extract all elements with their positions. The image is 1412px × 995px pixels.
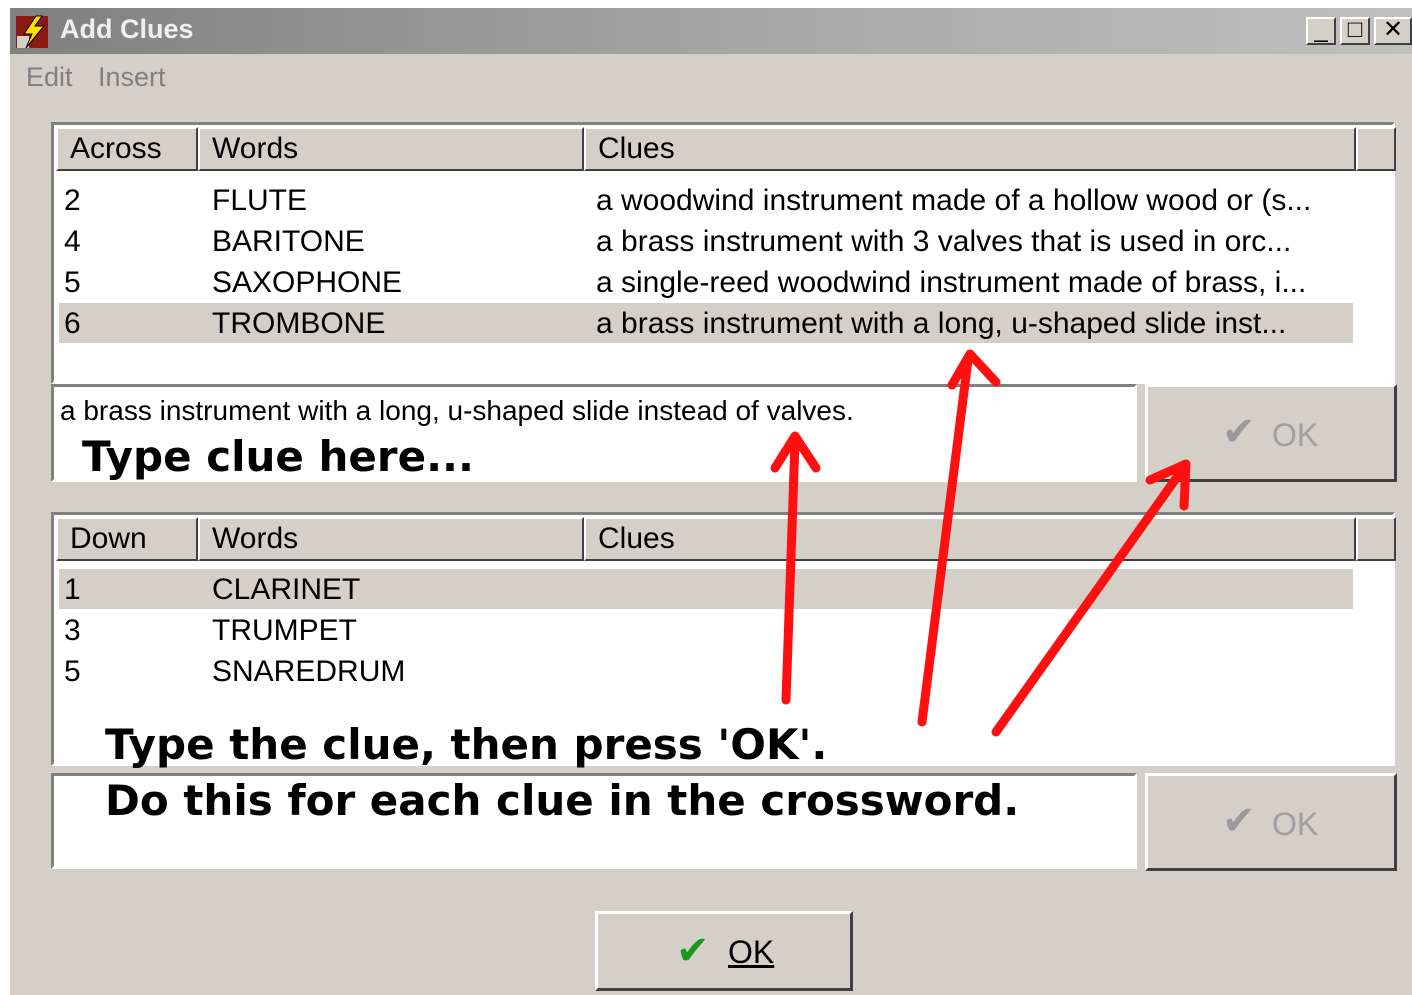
main-ok-button[interactable]: ✔ OK [595, 911, 853, 991]
answer-word: TROMBONE [212, 307, 386, 340]
type-clue-here-annotation: Type clue here... [82, 432, 474, 481]
window-title: Add Clues [60, 14, 194, 44]
words-column-header[interactable]: Words [198, 127, 584, 171]
down-row-3[interactable]: 3 TRUMPET [59, 610, 1353, 650]
header-filler [1356, 127, 1396, 171]
clues-column-header[interactable]: Clues [584, 127, 1356, 171]
answer-word: SNAREDRUM [212, 655, 406, 688]
maximize-button[interactable]: □ [1340, 17, 1370, 45]
close-button[interactable]: ✕ [1374, 17, 1412, 45]
green-check-icon: ✔ [676, 929, 710, 973]
answer-word: TRUMPET [212, 614, 357, 647]
menu-insert[interactable]: Insert [98, 62, 166, 93]
across-list[interactable]: Across Words Clues 2 FLUTE a woodwind in… [51, 122, 1396, 384]
clue-number: 1 [64, 573, 81, 606]
answer-word: FLUTE [212, 184, 308, 217]
minimize-button[interactable]: _ [1306, 17, 1336, 45]
title-bar[interactable]: Add Clues _ □ ✕ [10, 8, 1412, 54]
clues-column-header[interactable]: Clues [584, 517, 1356, 561]
ok-label: OK [1272, 806, 1319, 842]
words-column-header[interactable]: Words [198, 517, 584, 561]
across-clue-ok-button[interactable]: ✔ OK [1145, 384, 1397, 482]
header-filler [1356, 517, 1396, 561]
clue-number: 3 [64, 614, 81, 647]
check-icon: ✔ [1222, 799, 1256, 843]
clue-text: a single-reed woodwind instrument made o… [596, 266, 1307, 299]
clue-number: 4 [64, 225, 81, 258]
across-row-6-selected[interactable]: 6 TROMBONE a brass instrument with a lon… [59, 303, 1353, 343]
answer-word: CLARINET [212, 573, 361, 606]
down-row-1-selected[interactable]: 1 CLARINET [59, 569, 1353, 609]
clue-number: 6 [64, 307, 81, 340]
instruction-line-1: Type the clue, then press 'OK'. [105, 720, 828, 769]
answer-word: BARITONE [212, 225, 365, 258]
clue-text: a woodwind instrument made of a hollow w… [596, 184, 1312, 217]
app-lightning-icon [16, 15, 48, 49]
check-icon: ✔ [1222, 410, 1256, 454]
down-column-header[interactable]: Down [56, 517, 198, 561]
menu-edit[interactable]: Edit [26, 62, 73, 93]
down-clue-ok-button[interactable]: ✔ OK [1145, 773, 1397, 871]
instruction-line-2: Do this for each clue in the crossword. [105, 776, 1020, 825]
ok-label: OK [728, 934, 775, 970]
clue-number: 5 [64, 655, 81, 688]
add-clues-window: Add Clues _ □ ✕ Edit Insert Across Words… [10, 8, 1412, 995]
clue-text: a brass instrument with a long, u-shaped… [596, 307, 1287, 340]
answer-word: SAXOPHONE [212, 266, 403, 299]
clue-number: 5 [64, 266, 81, 299]
across-row-2[interactable]: 2 FLUTE a woodwind instrument made of a … [59, 180, 1353, 220]
ok-label: OK [1272, 417, 1319, 453]
across-row-5[interactable]: 5 SAXOPHONE a single-reed woodwind instr… [59, 262, 1353, 302]
down-row-5[interactable]: 5 SNAREDRUM [59, 651, 1353, 691]
across-column-header[interactable]: Across [56, 127, 198, 171]
across-clue-input-value: a brass instrument with a long, u-shaped… [60, 395, 854, 426]
clue-number: 2 [64, 184, 81, 217]
clue-text: a brass instrument with 3 valves that is… [596, 225, 1292, 258]
across-row-4[interactable]: 4 BARITONE a brass instrument with 3 val… [59, 221, 1353, 261]
